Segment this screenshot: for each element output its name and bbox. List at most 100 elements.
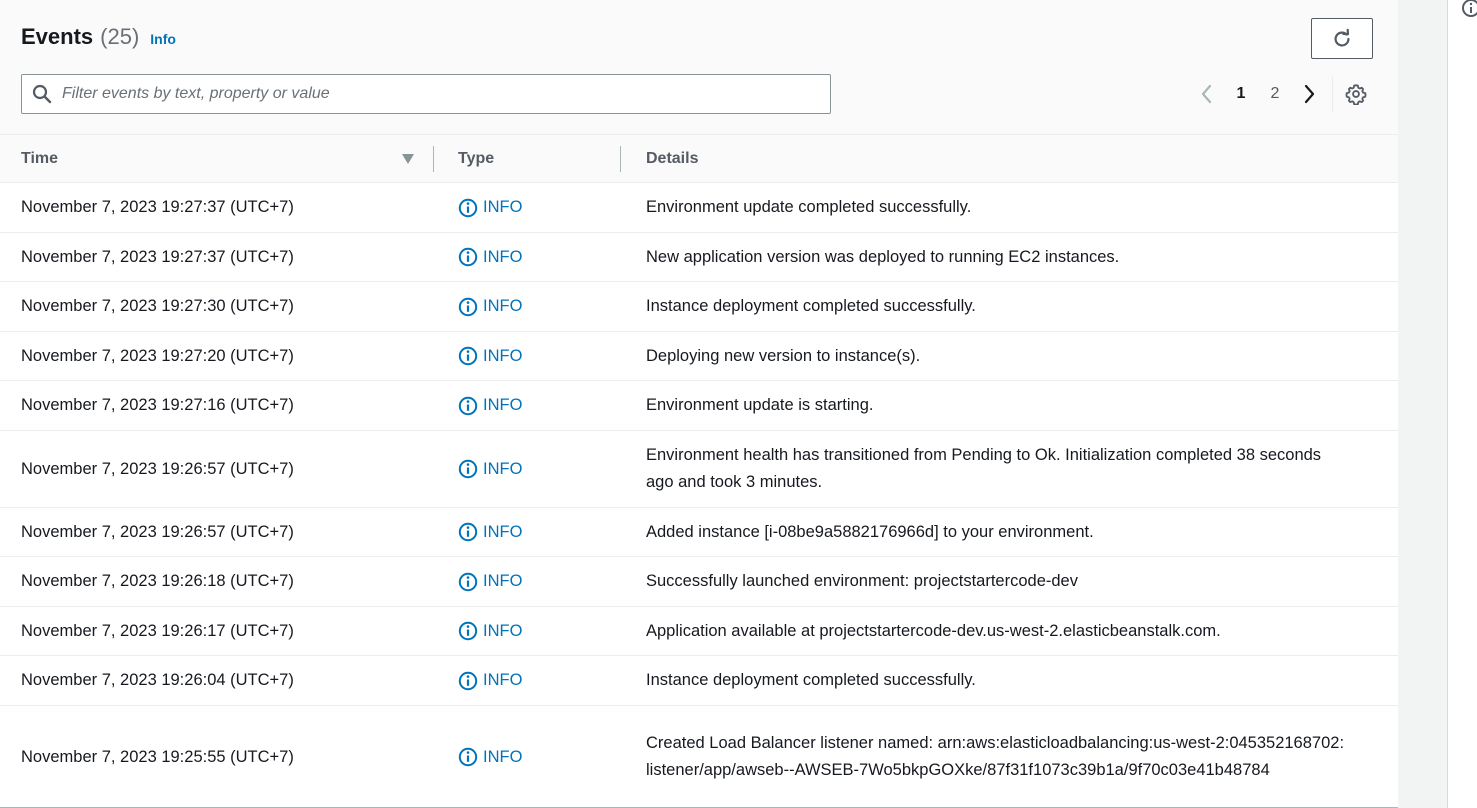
table-row: November 7, 2023 19:26:17 (UTC+7) INFO App… (0, 607, 1398, 656)
event-type: INFO (458, 522, 522, 542)
event-type: INFO (458, 621, 522, 641)
event-type-label: INFO (483, 621, 523, 640)
event-details: New application version was deployed to … (646, 247, 1120, 266)
preferences-button[interactable] (1333, 78, 1379, 110)
table-row: November 7, 2023 19:26:57 (UTC+7) INFO Env… (0, 431, 1398, 508)
event-time: November 7, 2023 19:26:04 (UTC+7) (21, 671, 294, 689)
info-circle-icon (458, 522, 478, 542)
refresh-button[interactable] (1311, 18, 1373, 59)
event-details: Environment update is starting. (646, 396, 874, 414)
info-circle-icon (458, 198, 478, 218)
event-time: November 7, 2023 19:27:37 (UTC+7) (21, 198, 294, 216)
event-type: INFO (458, 572, 522, 592)
event-type-label: INFO (483, 396, 523, 414)
info-circle-icon (458, 459, 478, 479)
info-circle-icon (458, 747, 478, 767)
chevron-left-icon (1201, 84, 1212, 104)
table-row: November 7, 2023 19:27:16 (UTC+7) INFO Env… (0, 381, 1398, 431)
info-circle-icon (458, 572, 478, 592)
event-type: INFO (458, 671, 522, 691)
events-panel: Events (25) Info Filter events by text, … (0, 0, 1398, 808)
event-details: Environment update completed successfull… (646, 198, 972, 216)
event-type-label: INFO (483, 198, 523, 216)
event-time: November 7, 2023 19:26:17 (UTC+7) (21, 621, 294, 640)
table-row: November 7, 2023 19:27:20 (UTC+7) INFO Dep… (0, 332, 1398, 381)
event-details: Application available at projectstarterc… (646, 621, 1221, 640)
event-type: INFO (458, 459, 522, 479)
column-header-type[interactable]: Type (458, 135, 618, 183)
column-header-time-label: Time (21, 150, 59, 167)
info-circle-icon (458, 297, 478, 317)
column-header-type-label: Type (458, 150, 495, 167)
table-row: November 7, 2023 19:26:18 (UTC+7) INFO Suc… (0, 557, 1398, 607)
info-circle-icon (458, 247, 478, 267)
event-type-label: INFO (483, 522, 523, 541)
table-row: November 7, 2023 19:26:57 (UTC+7) INFO Add… (0, 508, 1398, 557)
search-input[interactable] (62, 85, 802, 103)
event-time: November 7, 2023 19:26:57 (UTC+7) (21, 522, 294, 541)
event-details: Created Load Balancer listener named: ar… (646, 734, 1345, 779)
table-row: November 7, 2023 19:25:55 (UTC+7) INFO Cre… (0, 706, 1398, 807)
event-details: Environment health has transitioned from… (646, 446, 1322, 491)
caret-down-icon[interactable] (401, 153, 415, 165)
search-box[interactable] (21, 74, 831, 114)
event-type-label: INFO (483, 747, 523, 766)
info-link[interactable]: Info (150, 31, 176, 47)
event-time: November 7, 2023 19:26:57 (UTC+7) (21, 459, 294, 478)
event-type-label: INFO (483, 572, 523, 590)
column-resizer-time[interactable] (433, 146, 434, 172)
page-2-button[interactable]: 2 (1258, 78, 1292, 110)
table-row: November 7, 2023 19:26:04 (UTC+7) INFO Ins… (0, 656, 1398, 706)
event-type: INFO (458, 198, 522, 218)
next-page-button[interactable] (1292, 78, 1326, 110)
search-icon (32, 84, 52, 104)
column-resizer-type[interactable] (620, 146, 621, 172)
table-row: November 7, 2023 19:27:37 (UTC+7) INFO New… (0, 233, 1398, 282)
event-type: INFO (458, 346, 522, 366)
info-circle-icon (458, 396, 478, 416)
refresh-icon (1334, 28, 1350, 47)
table-row: November 7, 2023 19:27:37 (UTC+7) INFO Env… (0, 183, 1398, 233)
title-row: Events (25) Info (21, 24, 176, 50)
event-type-label: INFO (483, 671, 523, 689)
events-page: Events (25) Info Filter events by text, … (0, 0, 1477, 808)
event-details: Deploying new version to instance(s). (646, 346, 921, 365)
column-header-details-label: Details (646, 150, 699, 167)
column-header-details[interactable]: Details (646, 135, 1346, 183)
event-type-label: INFO (483, 247, 523, 266)
event-time: November 7, 2023 19:27:30 (UTC+7) (21, 297, 294, 315)
event-details: Instance deployment completed successful… (646, 297, 976, 315)
event-details: Instance deployment completed successful… (646, 671, 976, 689)
info-circle-icon[interactable] (1461, 0, 1477, 18)
info-circle-icon (458, 621, 478, 641)
event-type: INFO (458, 247, 522, 267)
previous-page-button[interactable] (1190, 78, 1224, 110)
event-type: INFO (458, 396, 522, 416)
event-count: (25) (100, 24, 140, 49)
event-time: November 7, 2023 19:27:16 (UTC+7) (21, 396, 294, 414)
tools-panel-rail (1448, 0, 1477, 808)
column-header-time[interactable]: Time (21, 135, 431, 183)
panel-header: Events (25) Info Filter events by text, … (0, 0, 1398, 135)
event-time: November 7, 2023 19:27:37 (UTC+7) (21, 247, 294, 266)
event-time: November 7, 2023 19:27:20 (UTC+7) (21, 346, 294, 365)
pagination: 1 2 (1190, 76, 1379, 112)
event-details: Added instance [i-08be9a5882176966d] to … (646, 522, 1094, 541)
chevron-right-icon (1304, 84, 1315, 104)
page-1-button[interactable]: 1 (1224, 78, 1258, 110)
table-row: November 7, 2023 19:27:30 (UTC+7) INFO Ins… (0, 282, 1398, 332)
event-type: INFO (458, 297, 522, 317)
event-type-label: INFO (483, 346, 523, 365)
page-title: Events (21, 24, 94, 49)
info-circle-icon (458, 671, 478, 691)
event-type-label: INFO (483, 297, 523, 315)
event-details: Successfully launched environment: proje… (646, 572, 1078, 590)
event-time: November 7, 2023 19:26:18 (UTC+7) (21, 572, 294, 590)
event-type: INFO (458, 747, 522, 767)
event-time: November 7, 2023 19:25:55 (UTC+7) (21, 747, 294, 766)
event-type-label: INFO (483, 459, 523, 478)
table-header: Time Type Details (0, 135, 1398, 183)
info-circle-icon (458, 346, 478, 366)
gear-icon (1345, 84, 1367, 105)
table-body: November 7, 2023 19:27:37 (UTC+7) INFO Env… (0, 183, 1398, 807)
